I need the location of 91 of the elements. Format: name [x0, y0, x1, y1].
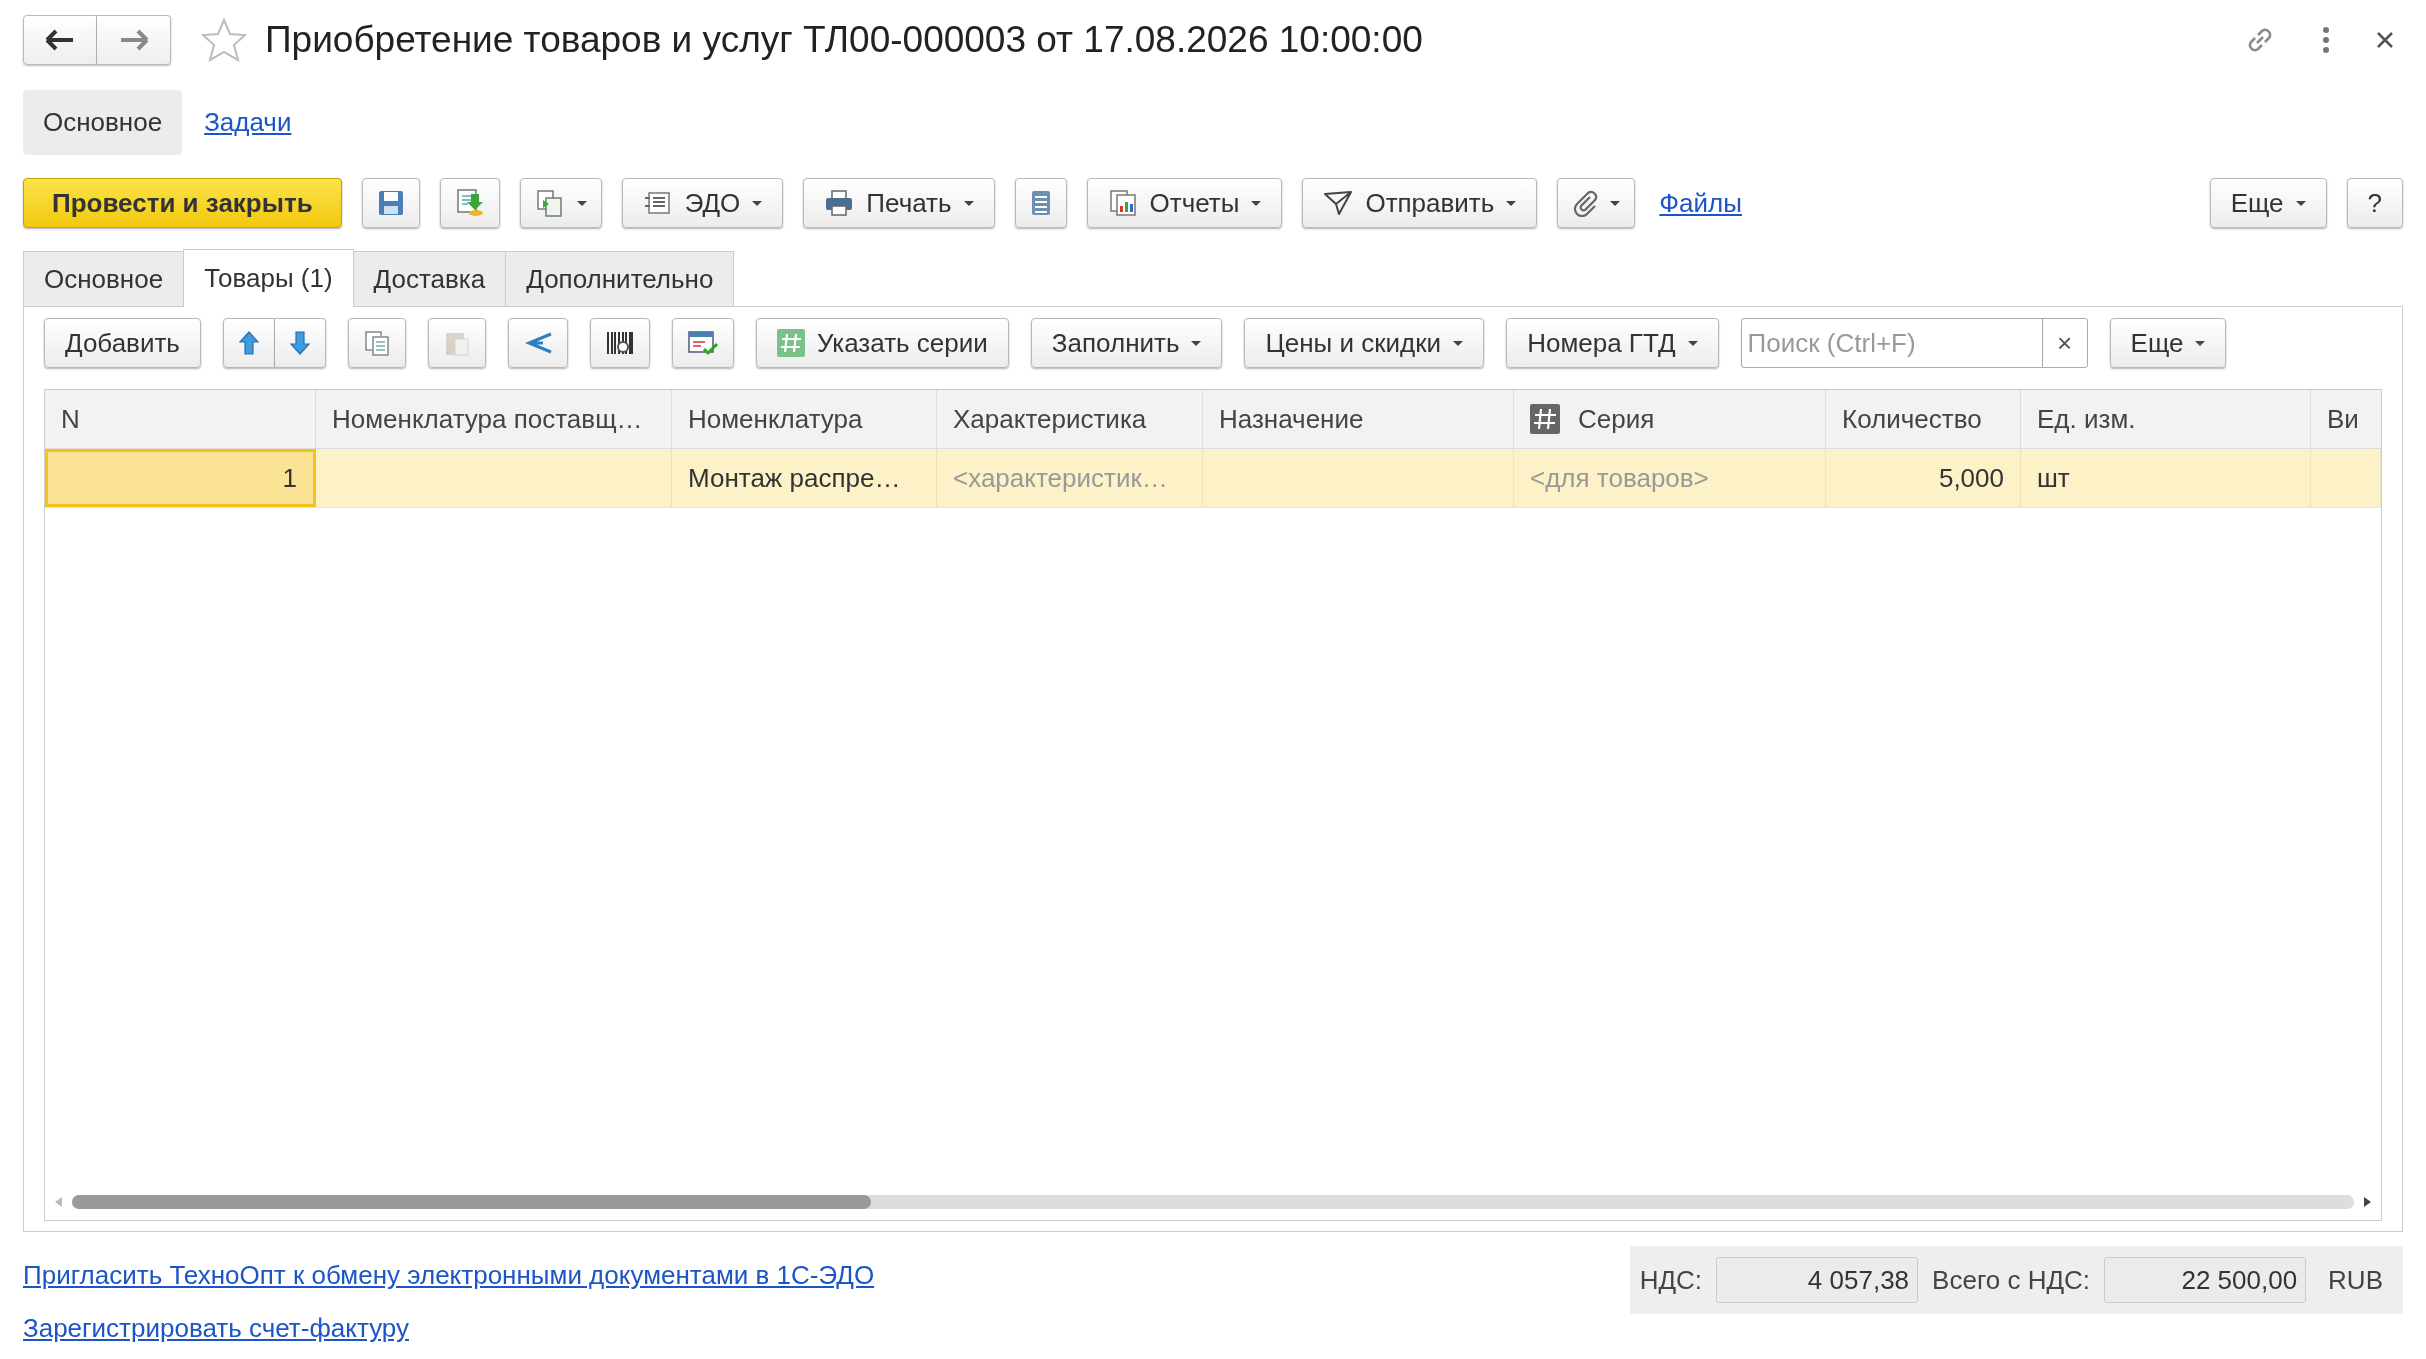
print-button[interactable]: Печать: [803, 178, 995, 228]
toolbar-button[interactable]: Номера ГТД: [1506, 318, 1719, 368]
tab[interactable]: Дополнительно: [505, 251, 735, 306]
caret-icon: [752, 200, 763, 206]
caret-icon: [2195, 340, 2206, 346]
up-arrow-icon: [237, 330, 260, 356]
table-row[interactable]: 1 Монтаж распре… <характеристик… <для товаров> 5,000 шт: [45, 449, 2381, 508]
back-button[interactable]: [23, 15, 97, 65]
list-button[interactable]: [1014, 178, 1067, 228]
checklist-icon: [686, 329, 719, 357]
barcode-button[interactable]: [589, 318, 650, 368]
move-down-button[interactable]: [274, 318, 326, 368]
hash-icon: [776, 329, 805, 357]
more-button[interactable]: Еще: [2109, 318, 2227, 368]
barcode-icon: [604, 329, 635, 357]
table-cell: <для товаров>: [1514, 449, 1826, 507]
column-header[interactable]: Номенклатура: [688, 403, 863, 435]
toolbar-button[interactable]: Цены и скидки: [1244, 318, 1485, 368]
column-header[interactable]: Ви: [2327, 403, 2359, 435]
document-coins-icon: [454, 188, 485, 218]
table-cell: 5,000: [1826, 449, 2021, 507]
forward-arrow-icon: [118, 29, 149, 51]
currency-label: RUB: [2328, 1264, 2383, 1296]
caret-icon: [1251, 200, 1262, 206]
table-cell: шт: [2021, 449, 2311, 507]
list-icon: [1029, 189, 1052, 217]
check-button[interactable]: [671, 318, 734, 368]
report-button[interactable]: Отчеты: [1086, 178, 1283, 228]
caret-icon: [963, 200, 974, 206]
focused-cell: 1: [45, 449, 316, 507]
tab[interactable]: Основное: [23, 251, 185, 306]
caret-icon: [576, 200, 587, 206]
caret-icon: [1610, 200, 1621, 206]
tab[interactable]: Товары (1): [183, 249, 354, 307]
back-arrow-icon: [45, 29, 75, 51]
footer-link[interactable]: Зарегистрировать счет-фактуру: [23, 1313, 875, 1344]
send-button[interactable]: Отправить: [1302, 178, 1538, 228]
table-cell: Монтаж распре…: [672, 449, 937, 507]
post-button[interactable]: [439, 178, 500, 228]
clip-button[interactable]: [1557, 178, 1636, 228]
paperclip-icon: [1572, 189, 1599, 217]
hash-icon: [1530, 404, 1560, 434]
close-icon[interactable]: [2375, 30, 2395, 50]
caret-icon: [1191, 340, 1202, 346]
total-field: 22 500,00: [2104, 1257, 2307, 1303]
move-up-button[interactable]: [222, 318, 275, 368]
column-header[interactable]: N: [61, 403, 80, 435]
documents-icon: [534, 188, 565, 218]
more-icon[interactable]: [2321, 25, 2331, 55]
star-icon[interactable]: [201, 18, 247, 62]
caret-icon: [1506, 200, 1517, 206]
copy-button[interactable]: [347, 318, 406, 368]
specify-series-button[interactable]: Указать серии: [755, 318, 1009, 368]
down-arrow-icon: [288, 330, 311, 356]
post-and-close-button[interactable]: Провести и закрыть: [23, 178, 342, 228]
tab[interactable]: Доставка: [352, 251, 507, 306]
column-header[interactable]: Серия: [1578, 403, 1655, 435]
column-header[interactable]: Количество: [1842, 403, 1982, 435]
copydoc-button[interactable]: [519, 178, 602, 228]
column-header[interactable]: Характеристика: [953, 403, 1147, 435]
caret-icon: [1453, 340, 1464, 346]
column-header[interactable]: Назначение: [1219, 403, 1364, 435]
table-cell: <характеристик…: [937, 449, 1203, 507]
help-button[interactable]: ?: [2346, 178, 2403, 228]
scrollbar-thumb[interactable]: [72, 1195, 871, 1209]
total-label: НДС:: [1639, 1264, 1703, 1296]
window-title: Приобретение товаров и услуг ТЛ00-000003 от 17.08.2026 10:00:00: [265, 19, 1423, 61]
report-chart-icon: [1107, 188, 1138, 218]
save-button[interactable]: [361, 178, 420, 228]
search-field[interactable]: Поиск (Ctrl+F) ×: [1740, 318, 2088, 368]
toolbar-button[interactable]: Заполнить: [1030, 318, 1223, 368]
section-tab[interactable]: Задачи: [204, 89, 292, 155]
toolbar-button[interactable]: Добавить: [44, 318, 201, 368]
caret-icon: [2295, 200, 2306, 206]
printer-icon: [824, 189, 855, 217]
column-header[interactable]: Номенклатура поставщ…: [332, 403, 643, 435]
caret-icon: [1687, 340, 1698, 346]
column-header[interactable]: Ед. изм.: [2037, 403, 2136, 435]
section-tab[interactable]: Основное: [23, 89, 183, 155]
share-button[interactable]: [507, 318, 568, 368]
copy-icon: [362, 329, 391, 357]
more-button[interactable]: Еще: [2209, 178, 2327, 228]
document-lines-icon: [642, 190, 673, 216]
total-label: Всего с НДС:: [1932, 1264, 2091, 1296]
total-field: 4 057,38: [1716, 1257, 1919, 1303]
paper-plane-icon: [1323, 190, 1354, 216]
footer-link[interactable]: Пригласить ТехноОпт к обмену электронными документами в 1С-ЭДО: [23, 1260, 875, 1291]
files-link[interactable]: Файлы: [1659, 187, 1742, 219]
edo-button[interactable]: ЭДО: [621, 178, 784, 228]
scroll-right-icon[interactable]: [2364, 1197, 2371, 1207]
clear-search-button[interactable]: ×: [2041, 319, 2087, 367]
